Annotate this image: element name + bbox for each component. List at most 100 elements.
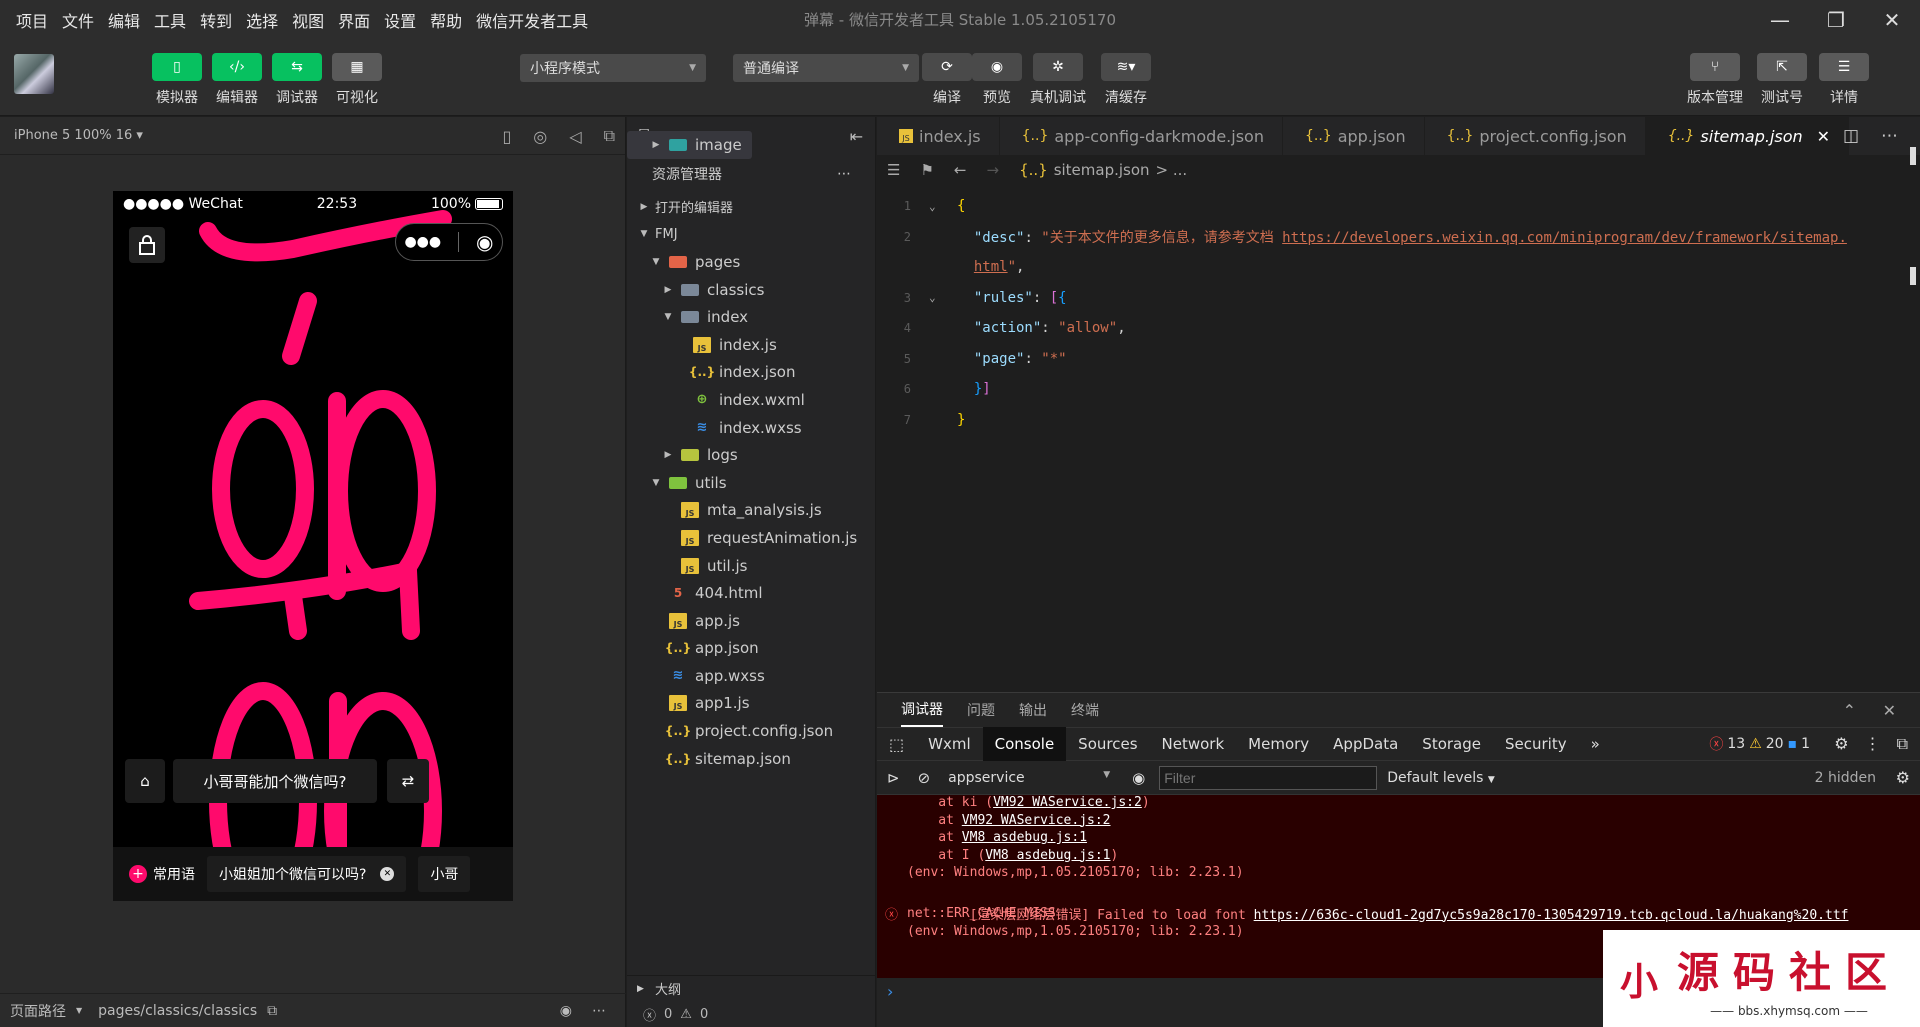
editor-tab[interactable]: JS index.js [877,117,1000,155]
tab-problems[interactable]: 问题 [967,700,995,720]
tab-memory[interactable]: Memory [1236,727,1321,761]
menu-item[interactable]: 设置 [384,8,416,32]
collapse-panel-icon[interactable]: ⇤ [850,127,863,146]
forward-icon[interactable]: → [986,161,999,179]
more-icon[interactable]: ⋯ [592,1003,606,1019]
context-select[interactable]: appservice ▼ [948,770,1118,786]
debugger-button[interactable]: ⇆ 调试器 [272,53,322,107]
tab-wxml[interactable]: Wxml [916,727,983,761]
tab-debugger[interactable]: 调试器 [901,693,943,727]
sidebar-toggle-icon[interactable]: ⊳ [877,769,910,787]
gear-icon[interactable]: ⚙ [1896,768,1910,787]
compile-button[interactable]: ⟳ 编译 [922,53,972,107]
stack-link[interactable]: VM92 WAService.js:2 [993,795,1142,810]
phrase-chip[interactable]: 小哥 [418,856,471,892]
remote-debug-button[interactable]: ✲ 真机调试 [1030,53,1086,107]
visual-button[interactable]: ▦ 可视化 [332,53,382,107]
tree-file[interactable]: JS app.js [627,607,875,635]
menu-item[interactable]: 文件 [62,8,94,32]
menu-item[interactable]: 帮助 [430,8,462,32]
phone-icon[interactable]: ▯ [502,127,511,146]
more-dots-icon[interactable]: ●●● [404,234,441,250]
tree-file[interactable]: JS app1.js [627,690,875,718]
popout-icon[interactable]: ⧉ [604,126,615,146]
menu-item[interactable]: 工具 [154,8,186,32]
levels-select[interactable]: Default levels ▼ [1387,770,1495,786]
tree-folder[interactable]: ▶ classics [627,276,875,304]
tree-file[interactable]: {..} project.config.json [627,717,875,745]
tab-security[interactable]: Security [1493,727,1579,761]
tab-network[interactable]: Network [1150,727,1237,761]
tree-file[interactable]: JS requestAnimation.js [627,524,875,552]
tree-folder[interactable]: ▼ utils [627,469,875,497]
switch-button[interactable]: ⇄ [387,759,429,803]
clear-console-icon[interactable]: ⊘ [910,769,939,787]
kebab-icon[interactable]: ⋮ [1865,734,1881,754]
fold-icon[interactable]: ⌄ [929,200,957,213]
lock-icon[interactable] [129,227,165,263]
filter-input[interactable] [1159,765,1378,790]
editor-tab[interactable]: {..} app.json [1283,117,1425,155]
minimize-icon[interactable]: — [1752,0,1808,40]
open-editors-section[interactable]: ▶ 打开的编辑器 [627,193,875,221]
tree-file[interactable]: {..} app.json [627,635,875,663]
record-icon[interactable]: ◎ [533,127,547,146]
menu-item[interactable]: 微信开发者工具 [476,8,588,32]
maximize-icon[interactable]: ❐ [1808,0,1864,40]
tree-folder[interactable]: ▼ pages [627,248,875,276]
more-icon[interactable]: ⋯ [1881,126,1898,146]
tab-console[interactable]: Console [982,727,1067,761]
tree-folder[interactable]: ▼ index [627,303,875,331]
tab-terminal[interactable]: 终端 [1071,700,1099,720]
back-icon[interactable]: ← [954,161,967,179]
tree-file[interactable]: ⊕ index.wxml [627,386,875,414]
close-icon[interactable]: ✕ [1817,127,1830,146]
tree-file[interactable]: {..} sitemap.json [627,745,875,773]
menu-item[interactable]: 视图 [292,8,324,32]
close-icon[interactable]: ✕ [380,867,395,881]
editor-tab[interactable]: {..} sitemap.json ✕ [1645,117,1850,155]
menu-item[interactable]: 选择 [246,8,278,32]
eye-icon[interactable]: ◉ [560,1003,572,1019]
desc-link-wrap[interactable]: html [974,259,1008,275]
close-icon[interactable]: ✕ [1883,701,1896,720]
inspect-icon[interactable]: ⬚ [877,735,916,754]
menu-item[interactable]: 项目 [16,8,48,32]
problems-status[interactable]: ⓧ 0 ⚠ 0 [627,1001,876,1027]
dock-icon[interactable]: ⧉ [1897,734,1908,754]
code-area[interactable]: 1 ⌄{ 2 "desc": "关于本文件的更多信息，请参考文档 https://… [877,185,1920,435]
copy-icon[interactable]: ⧉ [267,1003,277,1019]
tab-storage[interactable]: Storage [1410,727,1493,761]
preview-button[interactable]: ◉ 预览 [972,53,1022,107]
more-icon[interactable]: ⋯ [837,166,851,182]
project-section[interactable]: ▼ FMJ [627,221,875,249]
clear-cache-button[interactable]: ≋▾ 清缓存 [1101,53,1151,107]
quick-phrase-label[interactable]: + 常用语 [129,864,195,884]
details-button[interactable]: ☰ 详情 [1819,53,1869,107]
device-select[interactable]: iPhone 5 100% 16 ▾ [14,128,143,143]
split-editor-icon[interactable]: ◫ [1843,126,1859,146]
tree-file[interactable]: ≋ app.wxss [627,662,875,690]
bookmark-icon[interactable]: ⚑ [920,161,933,179]
page-path-label[interactable]: 页面路径 [10,1001,66,1021]
editor-button[interactable]: ‹/› 编辑器 [212,53,262,107]
tree-file[interactable]: JS util.js [627,552,875,580]
version-button[interactable]: ⑂ 版本管理 [1687,53,1743,107]
stack-link[interactable]: VM92 WAService.js:2 [962,813,1111,828]
tab-sources[interactable]: Sources [1066,727,1149,761]
home-button[interactable]: ⌂ [125,759,165,803]
menu-item[interactable]: 转到 [200,8,232,32]
phrase-chip[interactable]: 小姐姐加个微信可以吗? ✕ [207,856,407,892]
list-icon[interactable]: ☰ [887,161,900,179]
close-icon[interactable]: ✕ [1864,0,1920,40]
test-account-button[interactable]: ⇱ 测试号 [1757,53,1807,107]
breadcrumb-path[interactable]: {..} sitemap.json > ... [1019,161,1187,179]
compile-select[interactable]: 普通编译 ▼ [733,54,919,82]
menu-item[interactable]: 编辑 [108,8,140,32]
mode-select[interactable]: 小程序模式 ▼ [520,54,706,82]
tree-folder[interactable]: ▶ logs [627,441,875,469]
eye-icon[interactable]: ◉ [1118,769,1159,787]
gear-icon[interactable]: ⚙ [1834,734,1848,754]
issue-counts[interactable]: ⓧ 13 ⚠ 20 ▪ 1 [1709,734,1810,754]
tab-appdata[interactable]: AppData [1321,727,1410,761]
